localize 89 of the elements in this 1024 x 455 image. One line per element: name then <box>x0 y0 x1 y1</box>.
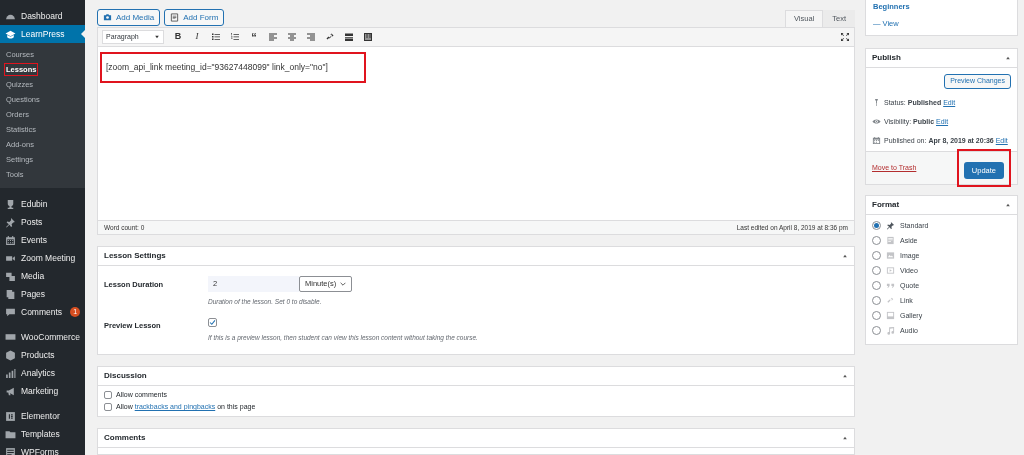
read-more-icon <box>344 31 354 42</box>
megaphone-icon <box>5 385 16 397</box>
toolbar-toggle-icon <box>363 31 373 42</box>
speech-bubble-icon <box>5 306 16 318</box>
link-icon <box>325 31 335 42</box>
pointer-icon <box>81 30 85 38</box>
format-radio[interactable] <box>872 266 881 276</box>
read-more-button[interactable] <box>344 31 354 42</box>
sidebar-item[interactable]: Edubin <box>0 195 85 213</box>
documents-icon <box>5 288 16 300</box>
sidebar-item[interactable]: Elementor <box>0 407 85 425</box>
format-radio[interactable] <box>872 281 881 291</box>
calendar-icon <box>5 234 16 246</box>
pin-icon <box>5 216 16 228</box>
format-radio[interactable] <box>872 296 881 306</box>
square-icon <box>5 410 16 422</box>
collapse-arrow-icon <box>1005 202 1011 208</box>
align-center-button[interactable] <box>287 31 297 42</box>
box-title: Lesson Settings <box>104 249 166 262</box>
note-icon <box>886 236 895 246</box>
fullscreen-button[interactable] <box>840 31 850 42</box>
box-title: Publish <box>872 52 901 64</box>
trophy-icon <box>5 198 16 210</box>
sidebar-item[interactable]: WPForms <box>0 443 85 455</box>
eye-icon <box>872 117 881 126</box>
collapse-arrow-icon <box>842 372 848 379</box>
sidebar-item[interactable]: WooCommerce <box>0 328 85 346</box>
camera-icon <box>103 13 112 22</box>
fullscreen-icon <box>840 31 850 42</box>
editor-content[interactable]: [zoom_api_link meeting_id="93627448099" link_only="no"] <box>100 51 366 83</box>
quote-icon <box>886 281 895 291</box>
caret-icon <box>154 33 160 40</box>
bulleted-list-icon <box>211 31 221 42</box>
collapse-arrow-icon <box>842 252 848 259</box>
play-icon <box>886 266 895 276</box>
music-note-icon <box>886 326 895 336</box>
align-right-icon <box>306 31 316 42</box>
sidebar-item[interactable]: Marketing <box>0 382 85 400</box>
sidebar-item[interactable]: Products <box>0 346 85 364</box>
photos-icon <box>5 270 16 282</box>
sidebar-item[interactable]: Media <box>0 267 85 285</box>
format-radio[interactable] <box>872 236 881 246</box>
sidebar-item[interactable]: Events <box>0 231 85 249</box>
format-radio[interactable] <box>872 326 881 336</box>
align-right-button[interactable] <box>306 31 316 42</box>
chevron-down-icon <box>340 280 347 287</box>
align-center-icon <box>287 31 297 42</box>
pin-icon <box>872 98 881 107</box>
numbered-list-button[interactable] <box>230 31 240 42</box>
numbered-list-icon <box>230 31 240 42</box>
folder-icon <box>5 428 16 440</box>
sidebar-item[interactable]: Templates <box>0 425 85 443</box>
checkmark-icon <box>209 318 216 326</box>
checkbox[interactable] <box>104 390 112 399</box>
format-radio[interactable] <box>872 251 881 261</box>
sidebar-item[interactable]: Dashboard <box>0 7 85 25</box>
box-icon <box>5 349 16 361</box>
sidebar-item[interactable]: Pages <box>0 285 85 303</box>
format-radio[interactable] <box>872 221 881 231</box>
sidebar-item[interactable]: Zoom Meeting <box>0 249 85 267</box>
link-button[interactable] <box>325 31 335 42</box>
calendar-icon <box>872 136 881 145</box>
image-icon <box>886 251 895 261</box>
toolbar-toggle-button[interactable] <box>363 31 373 42</box>
bar-chart-icon <box>5 367 16 379</box>
preview-checkbox[interactable] <box>208 317 217 327</box>
collapse-arrow-icon <box>842 434 848 441</box>
box-title: Discussion <box>104 369 147 382</box>
form-icon <box>170 13 180 22</box>
add-media-button[interactable]: Add Media <box>97 9 161 26</box>
format-radio[interactable] <box>872 311 881 321</box>
gallery-icon <box>886 311 895 321</box>
blockquote-button[interactable]: “ <box>249 31 259 42</box>
box-title: Comments <box>104 431 146 444</box>
chain-link-icon <box>886 296 895 306</box>
bulleted-list-button[interactable] <box>211 31 221 42</box>
pin-icon <box>886 221 895 231</box>
box-title: Format <box>872 199 900 211</box>
bold-button[interactable]: B <box>173 30 183 44</box>
collapse-arrow-icon <box>1005 55 1011 61</box>
align-left-icon <box>268 31 278 42</box>
graduation-cap-icon <box>5 28 16 40</box>
checkbox[interactable] <box>104 403 112 412</box>
sidebar-item[interactable]: Analytics <box>0 364 85 382</box>
sidebar-item[interactable]: LearnPress <box>0 25 85 43</box>
align-left-button[interactable] <box>268 31 278 42</box>
add-form-button[interactable]: Add Form <box>164 9 225 26</box>
sidebar-item[interactable]: Posts <box>0 213 85 231</box>
italic-button[interactable]: I <box>192 30 202 44</box>
